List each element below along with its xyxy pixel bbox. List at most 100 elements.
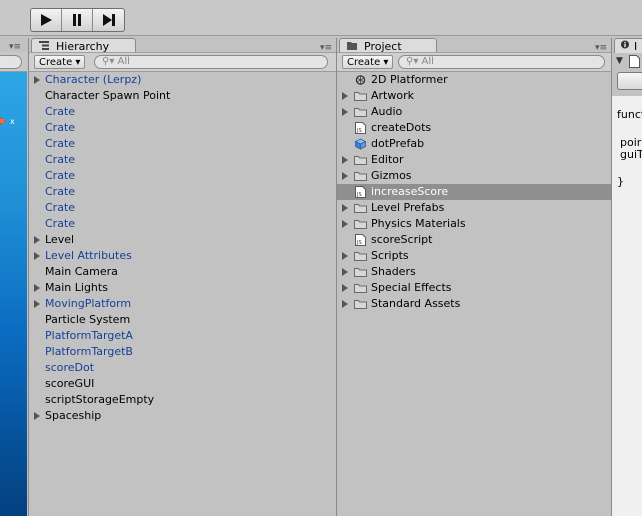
script-file-icon: JS (355, 122, 366, 134)
project-item[interactable]: JS createDots (337, 120, 611, 136)
project-item-label: increaseScore (371, 185, 449, 198)
hierarchy-item[interactable]: Level (29, 232, 336, 248)
expand-arrow-icon[interactable] (342, 252, 348, 260)
hierarchy-item-label: Level (45, 233, 75, 246)
project-item[interactable]: Artwork (337, 88, 611, 104)
project-item[interactable]: JS increaseScore (337, 184, 611, 200)
hierarchy-item[interactable]: Main Camera (29, 264, 336, 280)
expand-arrow-icon[interactable] (342, 204, 348, 212)
expand-arrow-icon[interactable] (34, 76, 40, 84)
hierarchy-item-label: scoreGUI (45, 377, 95, 390)
hierarchy-item-label: Level Attributes (45, 249, 132, 262)
tab-project[interactable]: Project (339, 38, 437, 53)
scene-view-panel: ▾≡ x (0, 38, 27, 516)
hierarchy-icon (39, 41, 49, 50)
expand-arrow-icon[interactable] (342, 108, 348, 116)
open-button[interactable] (617, 72, 642, 90)
hierarchy-item[interactable]: Crate (29, 168, 336, 184)
project-item[interactable]: Level Prefabs (337, 200, 611, 216)
hierarchy-item-label: Crate (45, 121, 76, 134)
project-item[interactable]: Special Effects (337, 280, 611, 296)
search-placeholder: All (117, 56, 130, 67)
hierarchy-item[interactable]: Character (Lerpz) (29, 72, 336, 88)
tab-hierarchy[interactable]: Hierarchy (31, 38, 136, 53)
project-item-label: dotPrefab (371, 137, 425, 150)
expand-arrow-icon[interactable] (34, 412, 40, 420)
playback-controls (30, 8, 125, 32)
hierarchy-create-button[interactable]: Create ▾ (34, 55, 86, 69)
hierarchy-item-label: scriptStorageEmpty (45, 393, 155, 406)
project-item[interactable]: Shaders (337, 264, 611, 280)
project-item[interactable]: Standard Assets (337, 296, 611, 312)
hierarchy-search-input[interactable]: ⚲▾ All (94, 55, 328, 69)
panel-menu-icon[interactable]: ▾≡ (9, 42, 21, 52)
expand-arrow-icon[interactable] (342, 300, 348, 308)
project-search-input[interactable]: ⚲▾ All (398, 55, 605, 69)
project-item-label: Special Effects (371, 281, 452, 294)
hierarchy-item[interactable]: Crate (29, 184, 336, 200)
expand-arrow-icon[interactable] (342, 268, 348, 276)
expand-arrow-icon[interactable] (342, 156, 348, 164)
project-item-label: Physics Materials (371, 217, 466, 230)
project-item[interactable]: Gizmos (337, 168, 611, 184)
expand-arrow-icon[interactable] (34, 284, 40, 292)
hierarchy-item[interactable]: Crate (29, 120, 336, 136)
foldout-arrow-icon[interactable]: ▼ (616, 56, 623, 66)
hierarchy-item-label: Crate (45, 153, 76, 166)
folder-icon (354, 108, 367, 117)
hierarchy-item-label: Character (Lerpz) (45, 73, 142, 86)
hierarchy-item[interactable]: Main Lights (29, 280, 336, 296)
code-line: funct (617, 108, 642, 121)
expand-arrow-icon[interactable] (34, 252, 40, 260)
hierarchy-item[interactable]: Level Attributes (29, 248, 336, 264)
info-icon (620, 40, 630, 49)
dropdown-arrow-icon: ▾ (75, 57, 81, 68)
project-item[interactable]: JS scoreScript (337, 232, 611, 248)
project-item-label: createDots (371, 121, 432, 134)
scene-viewport[interactable]: x (0, 72, 27, 516)
expand-arrow-icon[interactable] (342, 92, 348, 100)
project-item-label: Artwork (371, 89, 414, 102)
play-icon (41, 14, 52, 26)
pause-button[interactable] (62, 9, 93, 31)
hierarchy-item[interactable]: PlatformTargetA (29, 328, 336, 344)
hierarchy-item-label: Main Camera (45, 265, 118, 278)
project-item[interactable]: dotPrefab (337, 136, 611, 152)
step-button[interactable] (93, 9, 124, 31)
hierarchy-item[interactable]: Particle System (29, 312, 336, 328)
hierarchy-item[interactable]: Spaceship (29, 408, 336, 424)
scene-search-field[interactable] (0, 55, 22, 69)
step-icon (102, 14, 115, 26)
expand-arrow-icon[interactable] (342, 220, 348, 228)
project-item[interactable]: Physics Materials (337, 216, 611, 232)
tab-inspector[interactable]: I (614, 38, 642, 53)
project-item[interactable]: 2D Platformer (337, 72, 611, 88)
code-preview: funct poir guiT } (612, 96, 642, 516)
hierarchy-item[interactable]: Crate (29, 216, 336, 232)
hierarchy-item[interactable]: Crate (29, 136, 336, 152)
inspector-header: ▼ (612, 52, 642, 72)
project-create-button[interactable]: Create ▾ (342, 55, 394, 69)
folder-icon (354, 220, 367, 229)
hierarchy-item[interactable]: scriptStorageEmpty (29, 392, 336, 408)
project-item-label: Standard Assets (371, 297, 461, 310)
hierarchy-item[interactable]: scoreDot (29, 360, 336, 376)
hierarchy-item[interactable]: Character Spawn Point (29, 88, 336, 104)
play-button[interactable] (31, 9, 62, 31)
hierarchy-item[interactable]: Crate (29, 200, 336, 216)
expand-arrow-icon[interactable] (342, 284, 348, 292)
project-item[interactable]: Scripts (337, 248, 611, 264)
hierarchy-item[interactable]: scoreGUI (29, 376, 336, 392)
hierarchy-toolbar: Create ▾ ⚲▾ All (29, 52, 336, 72)
scene-tab-strip: ▾≡ (0, 38, 27, 52)
project-toolbar: Create ▾ ⚲▾ All (337, 52, 611, 72)
project-item[interactable]: Audio (337, 104, 611, 120)
expand-arrow-icon[interactable] (34, 300, 40, 308)
project-item[interactable]: Editor (337, 152, 611, 168)
expand-arrow-icon[interactable] (34, 236, 40, 244)
expand-arrow-icon[interactable] (342, 172, 348, 180)
hierarchy-item[interactable]: Crate (29, 104, 336, 120)
hierarchy-item[interactable]: PlatformTargetB (29, 344, 336, 360)
hierarchy-item[interactable]: MovingPlatform (29, 296, 336, 312)
hierarchy-item[interactable]: Crate (29, 152, 336, 168)
